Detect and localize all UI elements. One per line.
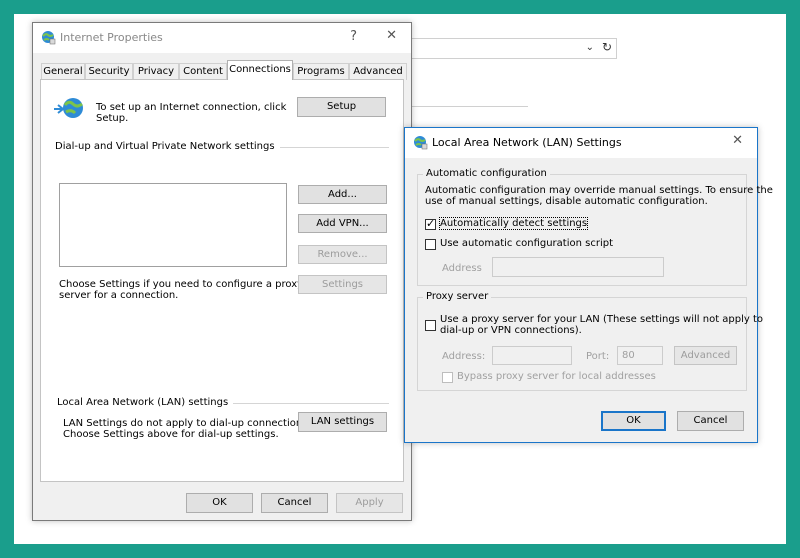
choose-settings-line1: Choose Settings if you need to configure…: [59, 279, 304, 290]
internet-properties-window: Internet Properties ? ✕ General Security…: [32, 22, 412, 521]
tab-general[interactable]: General: [41, 63, 85, 80]
lan-section-header: Local Area Network (LAN) settings: [57, 397, 389, 409]
connections-list[interactable]: [59, 183, 287, 267]
background-divider: [410, 106, 528, 107]
proxy-address-label: Address:: [442, 351, 486, 362]
cancel-button[interactable]: Cancel: [261, 493, 328, 513]
network-globe-icon: [53, 96, 85, 125]
help-icon[interactable]: ?: [350, 29, 357, 44]
tab-security[interactable]: Security: [85, 63, 133, 80]
title-bar[interactable]: Local Area Network (LAN) Settings ✕: [405, 128, 757, 158]
dialog-title: Local Area Network (LAN) Settings: [432, 136, 622, 149]
setup-description-line2: Setup.: [96, 113, 129, 124]
auto-script-checkbox[interactable]: [425, 239, 436, 250]
refresh-icon[interactable]: ↻: [602, 40, 612, 54]
tab-programs[interactable]: Programs: [293, 63, 349, 80]
ok-button[interactable]: OK: [601, 411, 666, 431]
lan-description-line2: Choose Settings above for dial-up settin…: [63, 429, 279, 440]
internet-options-icon: [41, 30, 56, 48]
auto-config-description-line1: Automatic configuration may override man…: [425, 185, 773, 196]
internet-options-icon: [413, 135, 428, 153]
remove-button[interactable]: Remove...: [298, 245, 387, 264]
group-title: Proxy server: [423, 291, 492, 302]
add-button[interactable]: Add...: [298, 185, 387, 204]
auto-script-label[interactable]: Use automatic configuration script: [440, 238, 613, 249]
proxy-address-input[interactable]: [492, 346, 572, 365]
auto-config-description-line2: use of manual settings, disable automati…: [425, 196, 708, 207]
script-address-input[interactable]: [492, 257, 664, 277]
automatic-configuration-group: Automatic configuration Automatic config…: [417, 168, 773, 286]
cancel-button[interactable]: Cancel: [677, 411, 744, 431]
ok-button[interactable]: OK: [186, 493, 253, 513]
lan-settings-dialog: Local Area Network (LAN) Settings ✕ Auto…: [404, 127, 773, 443]
setup-button[interactable]: Setup: [297, 97, 386, 117]
proxy-port-input[interactable]: 80: [617, 346, 663, 365]
auto-detect-checkbox[interactable]: ✓: [425, 217, 436, 230]
settings-button[interactable]: Settings: [298, 275, 387, 294]
choose-settings-line2: server for a connection.: [59, 290, 179, 301]
tab-privacy[interactable]: Privacy: [133, 63, 179, 80]
dialup-section-title: Dial-up and Virtual Private Network sett…: [55, 141, 280, 152]
script-address-label: Address: [442, 263, 482, 274]
add-vpn-button[interactable]: Add VPN...: [298, 214, 387, 233]
bypass-local-checkbox[interactable]: [442, 372, 453, 383]
tab-content[interactable]: Content: [179, 63, 227, 80]
proxy-port-label: Port:: [586, 351, 610, 362]
title-bar[interactable]: Internet Properties ? ✕: [33, 23, 411, 53]
proxy-server-group: Proxy server Use a proxy server for your…: [417, 291, 763, 391]
use-proxy-label-line1[interactable]: Use a proxy server for your LAN (These s…: [440, 314, 763, 325]
advanced-button[interactable]: Advanced: [674, 346, 737, 365]
checkmark-icon: ✓: [426, 217, 436, 230]
lan-settings-button[interactable]: LAN settings: [298, 412, 387, 432]
dialup-section-header: Dial-up and Virtual Private Network sett…: [55, 141, 389, 153]
group-title: Automatic configuration: [423, 168, 550, 179]
bypass-local-label[interactable]: Bypass proxy server for local addresses: [457, 371, 656, 382]
background-address-bar[interactable]: ⌄ ↻: [410, 38, 617, 59]
apply-button[interactable]: Apply: [336, 493, 403, 513]
use-proxy-label-line2[interactable]: dial-up or VPN connections).: [440, 325, 582, 336]
close-icon[interactable]: ✕: [386, 28, 397, 43]
tab-connections[interactable]: Connections: [227, 60, 293, 80]
lan-description-line1: LAN Settings do not apply to dial-up con…: [63, 418, 311, 429]
close-icon[interactable]: ✕: [732, 133, 743, 148]
window-title: Internet Properties: [60, 31, 163, 44]
use-proxy-checkbox[interactable]: [425, 320, 436, 331]
auto-detect-label[interactable]: Automatically detect settings: [438, 217, 589, 230]
connections-panel: To set up an Internet connection, click …: [40, 79, 404, 482]
lan-section-title: Local Area Network (LAN) settings: [57, 397, 234, 408]
chevron-down-icon[interactable]: ⌄: [586, 42, 594, 53]
setup-description-line1: To set up an Internet connection, click: [96, 102, 287, 113]
tab-advanced[interactable]: Advanced: [349, 63, 407, 80]
